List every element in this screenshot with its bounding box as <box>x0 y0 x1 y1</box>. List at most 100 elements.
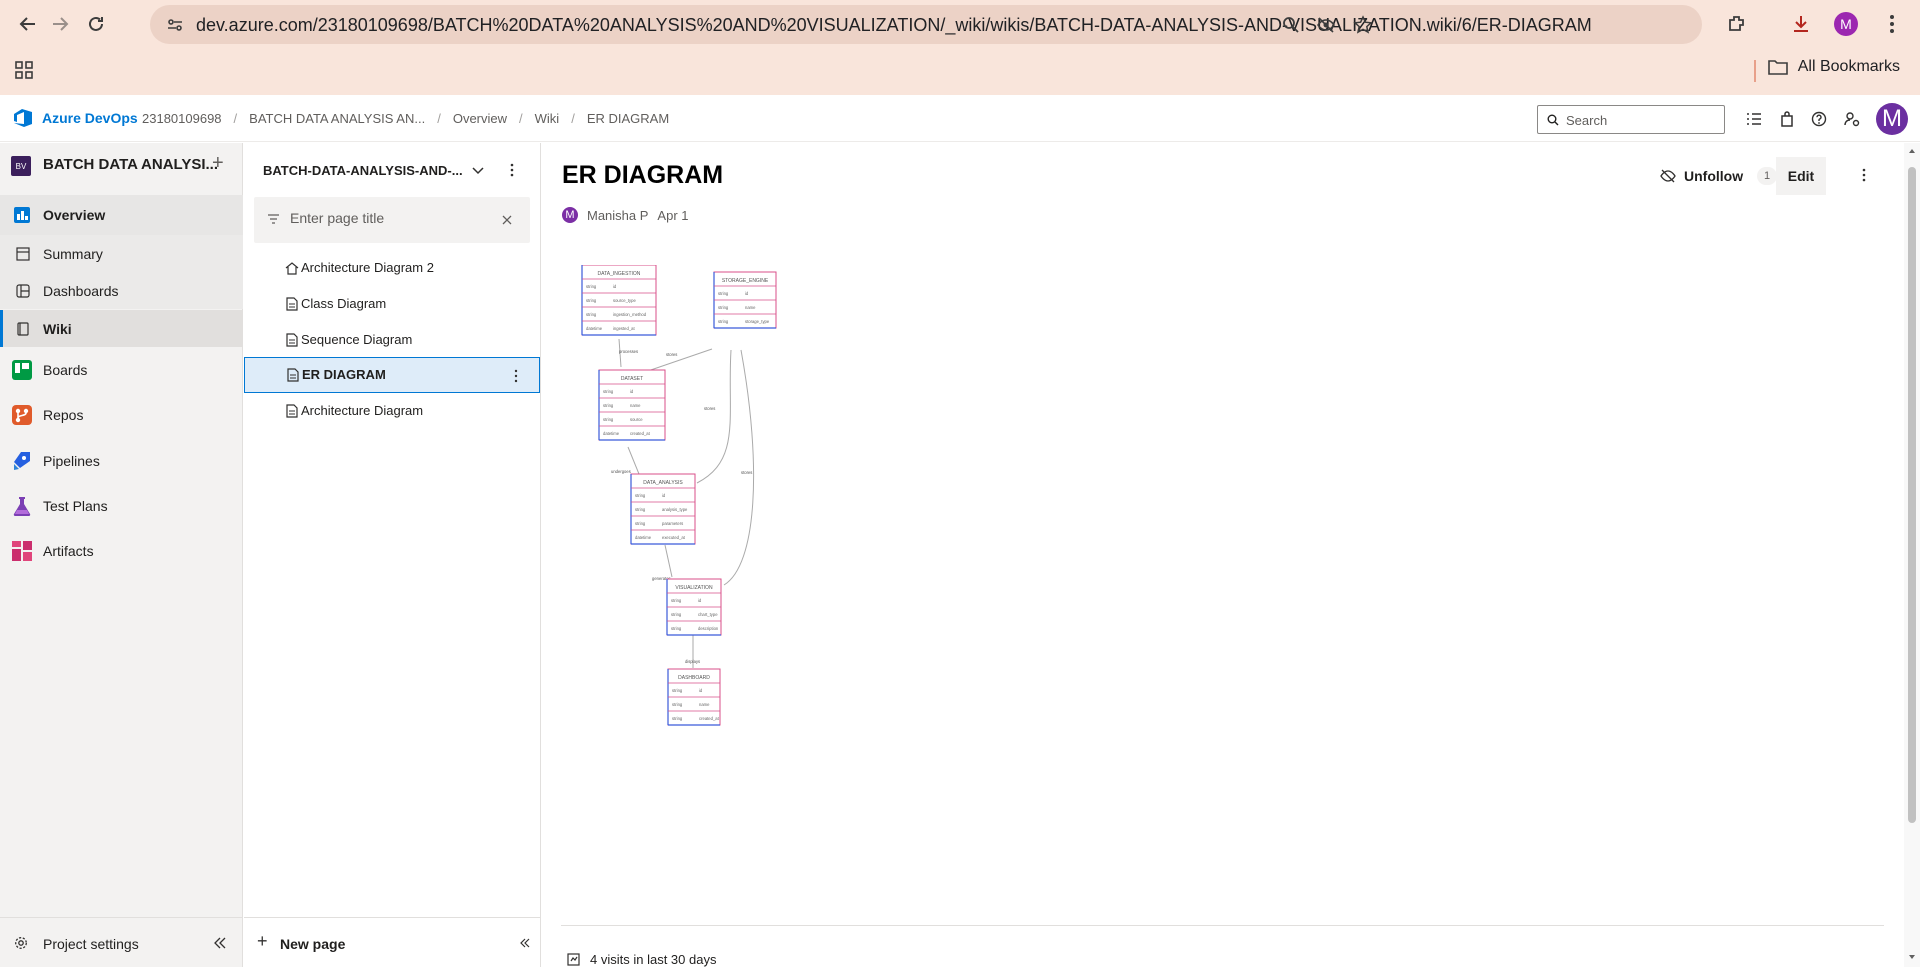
project-header[interactable]: BV BATCH DATA ANALYSI... + <box>0 143 243 187</box>
page-scrollbar[interactable] <box>1904 143 1920 967</box>
field-type: string <box>586 284 597 289</box>
profile-initial: M <box>1834 12 1858 36</box>
user-avatar[interactable]: M <box>1876 103 1908 135</box>
nav-item-dashboards[interactable]: Dashboards <box>0 272 243 309</box>
nav-item-boards[interactable]: Boards <box>0 349 243 391</box>
help-icon[interactable] <box>1808 108 1830 130</box>
zoom-icon[interactable] <box>1280 14 1302 36</box>
forward-icon[interactable] <box>46 10 74 38</box>
breadcrumb-overview[interactable]: Overview <box>453 111 507 126</box>
site-info-icon[interactable] <box>164 14 186 36</box>
azure-devops-home[interactable]: Azure DevOps <box>12 107 138 129</box>
eye-off-icon[interactable] <box>1315 14 1337 36</box>
nav-label: Dashboards <box>43 282 119 299</box>
clear-icon[interactable] <box>502 215 512 225</box>
nav-item-overview[interactable]: Overview <box>0 195 243 235</box>
bookmarks-separator <box>1754 60 1756 82</box>
nav-item-wiki[interactable]: Wiki <box>0 310 243 347</box>
project-settings[interactable]: Project settings <box>0 917 243 967</box>
nav-item-summary[interactable]: Summary <box>0 235 243 272</box>
field-type: string <box>603 403 614 408</box>
nav-item-repos[interactable]: Repos <box>0 393 243 437</box>
breadcrumb-page[interactable]: ER DIAGRAM <box>587 111 669 126</box>
page-visits[interactable]: 4 visits in last 30 days <box>566 951 716 967</box>
field-type: string <box>672 688 683 693</box>
all-bookmarks-button[interactable]: All Bookmarks <box>1767 58 1900 76</box>
relationship-label: stores <box>741 470 752 475</box>
browser-menu-icon[interactable] <box>1878 10 1906 38</box>
collapse-tree-icon[interactable] <box>520 938 530 948</box>
unfollow-button[interactable]: Unfollow 1 <box>1660 167 1778 185</box>
nav-item-pipelines[interactable]: Pipelines <box>0 439 243 483</box>
page-filter[interactable] <box>254 197 530 243</box>
chevron-down-icon[interactable] <box>472 166 484 176</box>
brand-name: Azure DevOps <box>42 110 138 126</box>
relationship-label: stores <box>704 406 715 411</box>
breadcrumb-project[interactable]: BATCH DATA ANALYSIS AN... <box>249 111 425 126</box>
star-icon[interactable] <box>1352 14 1374 36</box>
tree-page-item-selected[interactable]: ER DIAGRAM <box>244 357 540 393</box>
collapse-nav-icon[interactable] <box>214 937 226 949</box>
field-type: string <box>635 521 646 526</box>
field-type: string <box>586 312 597 317</box>
er-entity: STORAGE_ENGINEstring idstring namestring st… <box>713 271 777 329</box>
user-settings-icon[interactable] <box>1841 108 1863 130</box>
scroll-down-icon[interactable] <box>1908 953 1916 961</box>
home-icon <box>284 260 300 276</box>
tree-page-item[interactable]: Architecture Diagram <box>244 393 540 429</box>
nav-label: Test Plans <box>43 498 108 514</box>
page-title-filter-input[interactable] <box>290 210 490 226</box>
project-settings-label: Project settings <box>43 936 139 952</box>
new-page-label: New page <box>280 936 346 952</box>
author-name[interactable]: Manisha P <box>587 208 648 223</box>
breadcrumb-wiki[interactable]: Wiki <box>535 111 560 126</box>
summary-icon <box>11 242 35 266</box>
field-type: string <box>718 319 729 324</box>
apps-grid-icon[interactable] <box>10 56 38 84</box>
er-relationship: stores <box>696 349 732 484</box>
profile-avatar[interactable]: M <box>1832 10 1860 38</box>
download-icon[interactable] <box>1787 10 1815 38</box>
tree-page-label: Architecture Diagram <box>301 403 424 418</box>
address-bar[interactable]: dev.azure.com/23180109698/BATCH%20DATA%2… <box>150 5 1702 44</box>
page-date: Apr 1 <box>657 207 689 223</box>
breadcrumb-separator: / <box>233 111 238 126</box>
author-avatar[interactable]: M <box>562 207 578 223</box>
more-options-icon[interactable] <box>509 163 515 177</box>
tree-page-item[interactable]: Architecture Diagram 2 <box>244 250 540 286</box>
breadcrumb: 23180109698 / BATCH DATA ANALYSIS AN... … <box>142 111 669 126</box>
project-name[interactable]: BATCH DATA ANALYSI... <box>43 156 218 173</box>
work-items-icon[interactable] <box>1743 108 1765 130</box>
tree-page-item[interactable]: Class Diagram <box>244 286 540 322</box>
search-input[interactable] <box>1566 110 1716 130</box>
new-page-button[interactable]: + New page <box>244 917 540 967</box>
add-icon[interactable]: + <box>212 152 224 175</box>
nav-item-test-plans[interactable]: Test Plans <box>0 484 243 528</box>
folder-icon <box>1767 60 1788 75</box>
boards-icon <box>10 358 34 382</box>
edit-button[interactable]: Edit <box>1776 157 1826 195</box>
extensions-icon[interactable] <box>1723 10 1751 38</box>
nav-item-artifacts[interactable]: Artifacts <box>0 529 243 573</box>
url-text[interactable]: dev.azure.com/23180109698/BATCH%20DATA%2… <box>196 15 1592 36</box>
back-icon[interactable] <box>14 10 42 38</box>
er-entity: VISUALIZATIONstring idstring chart_typestr… <box>666 578 722 636</box>
er-relationship: stores <box>641 348 713 374</box>
page-more-icon[interactable] <box>513 369 519 383</box>
tree-page-label: Class Diagram <box>301 296 387 311</box>
wiki-selector[interactable]: BATCH-DATA-ANALYSIS-AND-... <box>263 163 463 178</box>
tree-page-item[interactable]: Sequence Diagram <box>244 322 540 358</box>
nav-label: Wiki <box>43 320 72 337</box>
scrollbar-thumb[interactable] <box>1908 167 1916 823</box>
marketplace-icon[interactable] <box>1776 108 1798 130</box>
test-plans-icon <box>10 494 34 518</box>
dashboards-icon <box>11 279 35 303</box>
breadcrumb-org[interactable]: 23180109698 <box>142 111 222 126</box>
reload-icon[interactable] <box>82 10 110 38</box>
page-actions-icon[interactable] <box>1852 163 1876 187</box>
tree-page-label: Architecture Diagram 2 <box>301 260 434 275</box>
scroll-up-icon[interactable] <box>1908 147 1916 155</box>
field-type: datetime <box>586 326 603 331</box>
search-box[interactable] <box>1537 105 1725 134</box>
er-entity: DATASETstring idstring namestring sourcedat… <box>598 369 666 441</box>
